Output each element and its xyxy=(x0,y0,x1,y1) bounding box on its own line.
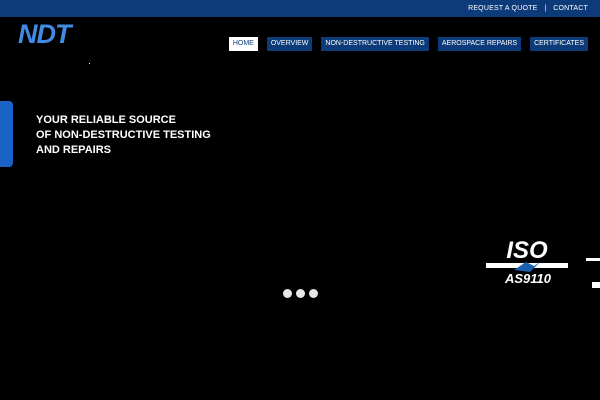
hero-line: YOUR RELIABLE SOURCE xyxy=(36,114,176,126)
decorative-dot xyxy=(89,63,90,64)
hero-line: OF NON-DESTRUCTIVE TESTING xyxy=(36,129,211,141)
nav-item-overview[interactable]: OVERVIEW xyxy=(266,37,313,51)
nav-item-non-destructive-testing[interactable]: NON-DESTRUCTIVE TESTING xyxy=(321,37,429,51)
nav-item-aerospace-repairs[interactable]: AEROSPACE REPAIRS xyxy=(437,37,522,51)
nav-item-home[interactable]: HOME xyxy=(228,37,258,51)
hero-headline: YOUR RELIABLE SOURCE OF NON-DESTRUCTIVE … xyxy=(36,113,211,158)
iso-certification-logo: ISO AS9110 xyxy=(486,237,568,286)
side-tab[interactable] xyxy=(0,101,13,167)
main-nav: HOME OVERVIEW NON-DESTRUCTIVE TESTING AE… xyxy=(228,37,588,51)
slider-dot[interactable] xyxy=(283,289,292,298)
top-bar: REQUEST A QUOTE | CONTACT xyxy=(0,0,600,17)
as9110-text: AS9110 xyxy=(504,271,552,286)
topbar-separator: | xyxy=(544,5,547,12)
contact-link[interactable]: CONTACT xyxy=(553,5,588,12)
partial-certification-logo xyxy=(586,258,600,288)
slider-dot[interactable] xyxy=(309,289,318,298)
slider-dots xyxy=(283,289,318,298)
request-quote-link[interactable]: REQUEST A QUOTE xyxy=(468,5,537,12)
hero-line: AND REPAIRS xyxy=(36,144,111,156)
nav-item-certificates[interactable]: CERTIFICATES xyxy=(530,37,588,51)
iso-logo-text: ISO xyxy=(506,237,548,264)
site-logo[interactable]: NDT xyxy=(18,19,71,49)
slider-dot[interactable] xyxy=(296,289,305,298)
